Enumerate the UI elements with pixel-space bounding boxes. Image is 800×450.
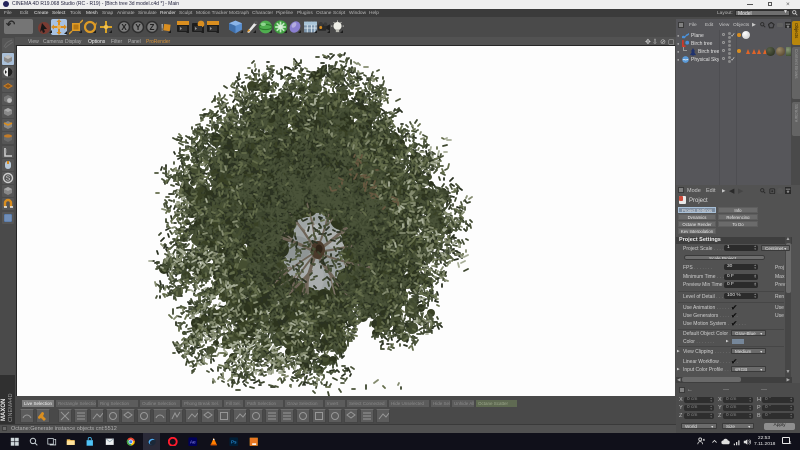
svg-text:Y: Y — [135, 23, 141, 32]
svg-text:Z: Z — [150, 23, 155, 32]
svg-text:Ps: Ps — [231, 439, 237, 445]
svg-text:X: X — [121, 23, 127, 32]
svg-text:!: ! — [161, 22, 164, 32]
svg-text:S: S — [5, 176, 10, 183]
svg-text:Ae: Ae — [190, 439, 196, 445]
